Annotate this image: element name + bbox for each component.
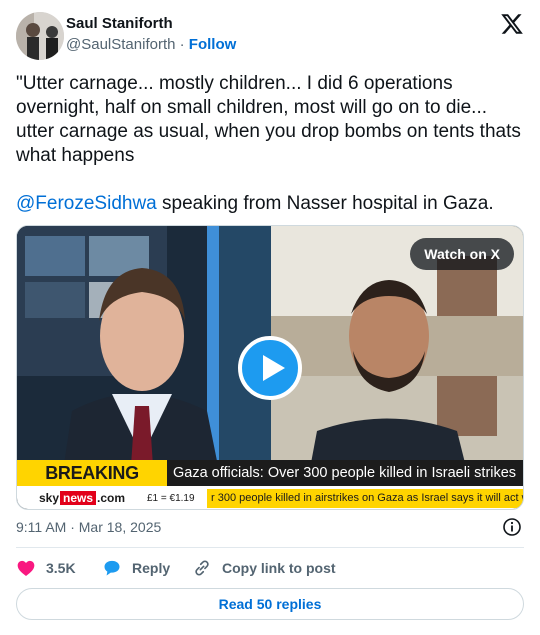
fx-rate: £1 = €1.19	[147, 493, 195, 504]
divider	[16, 547, 524, 548]
action-bar: 3.5K Reply Copy link to post	[16, 556, 524, 580]
video-player[interactable]: Watch on X BREAKING NEWS Gaza officials:…	[16, 225, 524, 510]
heart-icon	[17, 560, 35, 576]
x-logo-icon[interactable]	[500, 12, 524, 36]
breaking-news-headline: Gaza officials: Over 300 people killed i…	[167, 460, 523, 486]
follow-button[interactable]: Follow	[189, 36, 237, 53]
separator: ·	[179, 36, 185, 53]
tweet-text-attribution: @FerozeSidhwa speaking from Nasser hospi…	[16, 192, 526, 216]
tweet-text-after-mention: speaking from Nasser hospital in Gaza.	[156, 193, 494, 214]
timestamp[interactable]: 9:11 AM · Mar 18, 2025	[16, 518, 161, 536]
reply-button[interactable]: Reply	[102, 556, 170, 580]
play-icon[interactable]	[238, 336, 302, 400]
reply-bubble-icon	[104, 560, 120, 576]
read-replies-button[interactable]: Read 50 replies	[16, 588, 524, 620]
like-button[interactable]: 3.5K	[16, 556, 76, 580]
author-handle-row: @SaulStaniforth · Follow	[66, 35, 236, 55]
ticker-text: r 300 people killed in airstrikes on Gaz…	[207, 489, 523, 508]
sky-news-logo: sky news .com	[39, 491, 126, 505]
link-icon	[195, 560, 209, 576]
author-name[interactable]: Saul Staniforth	[66, 15, 173, 33]
author-handle[interactable]: @SaulStaniforth	[66, 36, 175, 53]
breaking-news-label: BREAKING NEWS	[17, 460, 167, 509]
info-icon[interactable]	[502, 517, 522, 537]
mention-link[interactable]: @FerozeSidhwa	[16, 193, 157, 214]
tweet-text-main: "Utter carnage... mostly children... I d…	[16, 73, 521, 166]
copy-link-label: Copy link to post	[222, 560, 336, 576]
avatar[interactable]	[16, 12, 64, 60]
news-ticker: sky news .com £1 = €1.19 r 300 people kill…	[17, 486, 523, 509]
tweet-text: "Utter carnage... mostly children... I d…	[16, 72, 526, 216]
like-count: 3.5K	[46, 560, 76, 576]
copy-link-button[interactable]: Copy link to post	[192, 556, 336, 580]
reply-label: Reply	[132, 560, 171, 576]
breaking-news-banner: BREAKING NEWS Gaza officials: Over 300 p…	[17, 460, 523, 509]
watch-on-x-button[interactable]: Watch on X	[410, 238, 514, 270]
tweet-header: Saul Staniforth @SaulStaniforth · Follow	[16, 12, 524, 60]
